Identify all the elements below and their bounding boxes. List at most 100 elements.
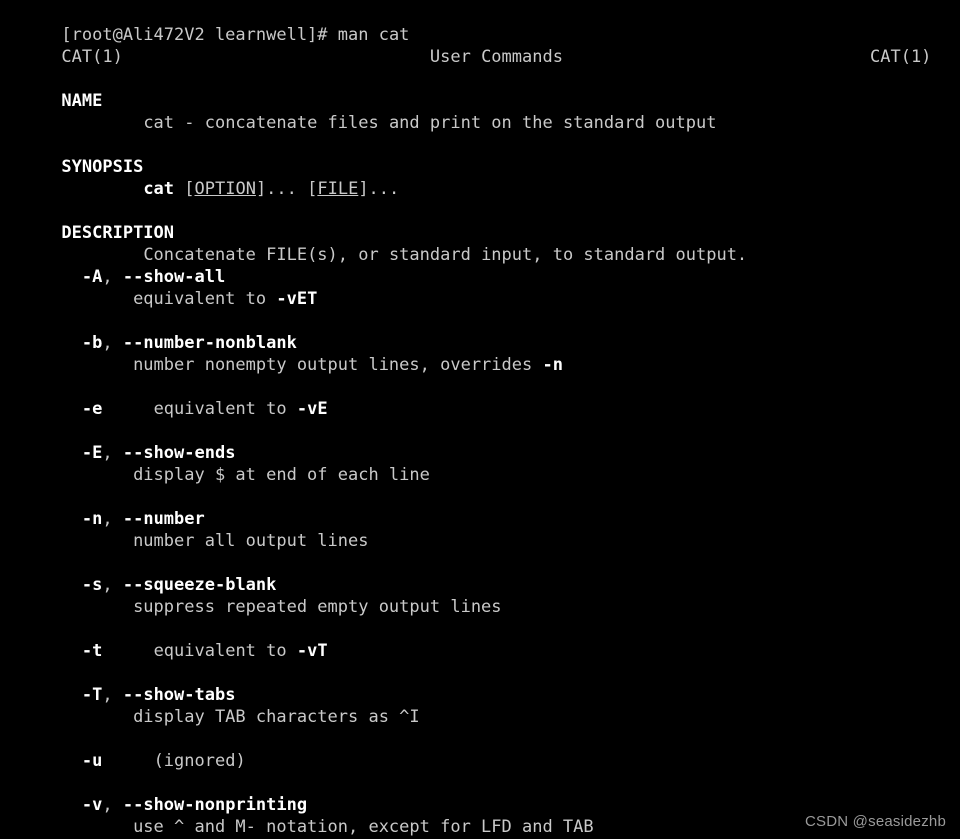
synopsis-file-token: FILE (317, 179, 359, 199)
option-desc-text: equivalent to (153, 399, 297, 419)
option-flag-short: -t (81, 641, 103, 661)
option-entry-E[interactable]: -E, --show-ends (0, 442, 960, 464)
option-flag-long: --number (122, 509, 205, 529)
option-entry-A[interactable]: -A, --show-all (0, 266, 960, 288)
option-separator: , (102, 267, 123, 287)
section-body-description-text: Concatenate FILE(s), or standard input, … (143, 245, 748, 265)
option-separator: , (102, 795, 123, 815)
option-desc-text: number all output lines (133, 531, 369, 551)
option-desc-text: number nonempty output lines, overrides (133, 355, 543, 375)
section-title-synopsis: SYNOPSIS (0, 134, 960, 177)
option-desc-text: (ignored) (153, 751, 246, 771)
option-separator: , (102, 575, 123, 595)
synopsis-bracket-close: ]... (358, 179, 400, 199)
synopsis-command: cat (143, 179, 175, 199)
prompt-text: [root@Ali472V2 learnwell]# man cat (61, 25, 410, 45)
option-inline-gap (102, 399, 153, 419)
option-description: equivalent to -vET (0, 288, 960, 310)
man-header-gap-left (123, 47, 430, 67)
option-separator: , (102, 333, 123, 353)
option-entry-e[interactable]: -e equivalent to -vE (0, 398, 960, 420)
man-header-center: User Commands (429, 47, 563, 67)
section-body-name-text: cat - concatenate files and print on the… (143, 113, 717, 133)
option-entry-u[interactable]: -u (ignored) (0, 750, 960, 772)
man-header-left: CAT(1) (61, 47, 123, 67)
option-desc-bold: -vET (276, 289, 318, 309)
option-separator: , (102, 685, 123, 705)
option-inline-gap (102, 751, 153, 771)
option-desc-text: suppress repeated empty output lines (133, 597, 502, 617)
option-flag-long: --squeeze-blank (122, 575, 277, 595)
option-entry-n[interactable]: -n, --number (0, 508, 960, 530)
terminal-window[interactable]: [root@Ali472V2 learnwell]# man cat CAT(1… (0, 0, 960, 839)
option-description: display $ at end of each line (0, 464, 960, 486)
option-desc-text: equivalent to (153, 641, 297, 661)
option-flag-short: -e (81, 399, 103, 419)
option-flag-short: -A (81, 267, 103, 287)
watermark: CSDN @seasidezhb (805, 813, 946, 830)
option-separator: , (102, 509, 123, 529)
option-description: number nonempty output lines, overrides … (0, 354, 960, 376)
option-flag-short: -E (81, 443, 103, 463)
option-desc-bold: -vT (296, 641, 328, 661)
option-description: suppress repeated empty output lines (0, 596, 960, 618)
option-desc-bold: -n (542, 355, 563, 375)
option-desc-text: equivalent to (133, 289, 277, 309)
man-header-right: CAT(1) (870, 47, 932, 67)
option-desc-text: display TAB characters as ^I (133, 707, 420, 727)
option-flag-long: --number-nonblank (122, 333, 297, 353)
section-title-synopsis-label: SYNOPSIS (61, 157, 144, 177)
section-title-description-label: DESCRIPTION (61, 223, 175, 243)
option-description: display TAB characters as ^I (0, 706, 960, 728)
option-entry-T[interactable]: -T, --show-tabs (0, 684, 960, 706)
option-desc-text: use ^ and M- notation, except for LFD an… (133, 817, 594, 837)
terminal-screen: [root@Ali472V2 learnwell]# man cat CAT(1… (0, 0, 960, 838)
option-flag-short: -u (81, 751, 103, 771)
option-flag-long: --show-nonprinting (122, 795, 308, 815)
option-desc-text: display $ at end of each line (133, 465, 430, 485)
option-entry-t[interactable]: -t equivalent to -vT (0, 640, 960, 662)
synopsis-bracket-open: [ (174, 179, 195, 199)
option-entry-b[interactable]: -b, --number-nonblank (0, 332, 960, 354)
option-description: number all output lines (0, 530, 960, 552)
shell-prompt-line: [root@Ali472V2 learnwell]# man cat (0, 2, 960, 45)
option-entry-s[interactable]: -s, --squeeze-blank (0, 574, 960, 596)
option-flag-long: --show-ends (122, 443, 236, 463)
option-flag-short: -T (81, 685, 103, 705)
option-separator: , (102, 443, 123, 463)
option-flag-short: -v (81, 795, 103, 815)
section-title-description: DESCRIPTION (0, 200, 960, 243)
man-header-gap-right (563, 47, 870, 67)
option-flag-long: --show-all (122, 267, 226, 287)
section-body-synopsis: cat [OPTION]... [FILE]... (0, 156, 960, 199)
option-desc-bold: -vE (296, 399, 328, 419)
